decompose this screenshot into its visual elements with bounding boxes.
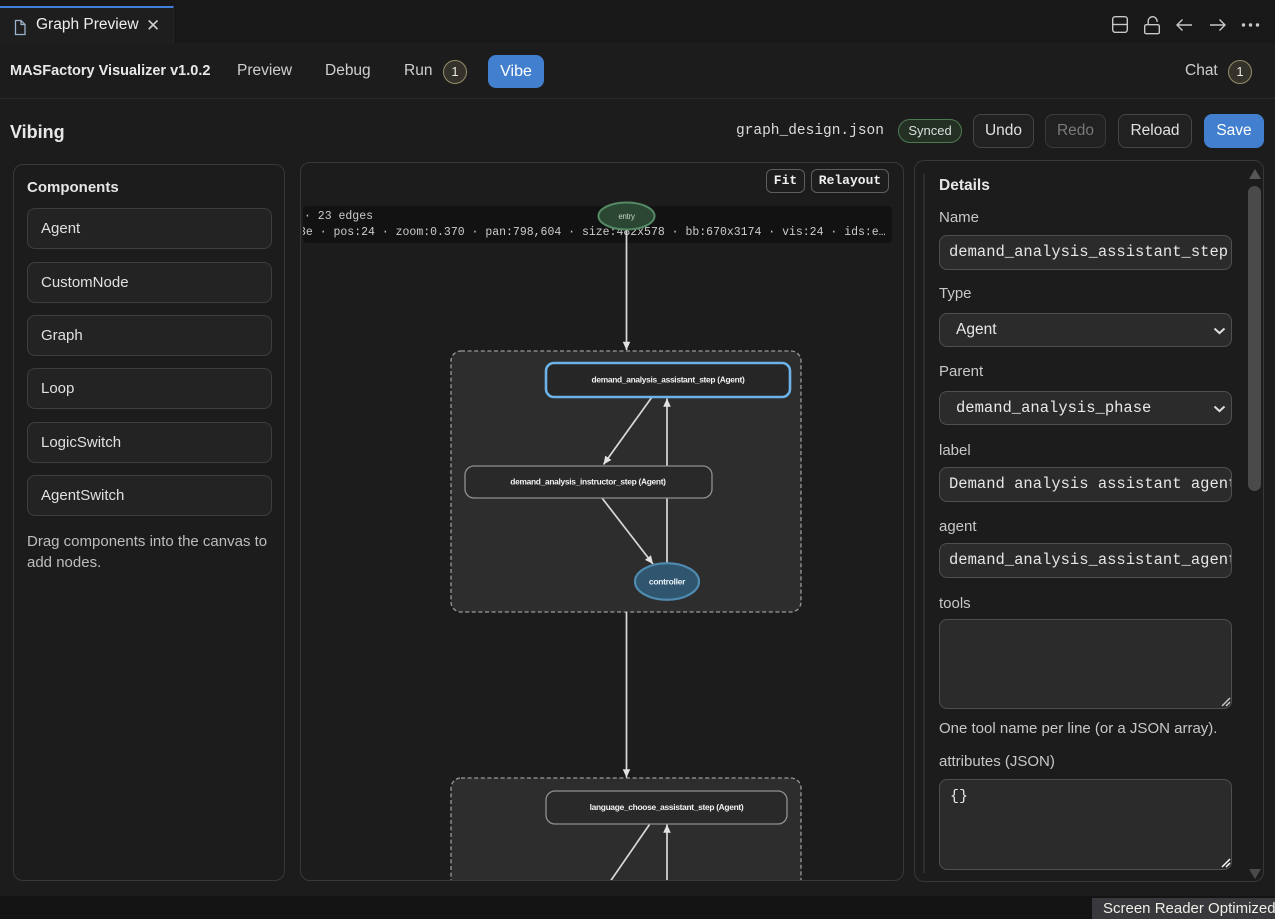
svg-text:demand_analysis_assistant_step: demand_analysis_assistant_step (Agent) [592,375,745,385]
svg-text:controller: controller [649,577,686,587]
svg-text:language_choose_assistant_step: language_choose_assistant_step (Agent) [590,802,744,812]
svg-text:demand_analysis_instructor_ste: demand_analysis_instructor_step (Agent) [510,477,666,487]
svg-text:entry: entry [618,212,635,221]
